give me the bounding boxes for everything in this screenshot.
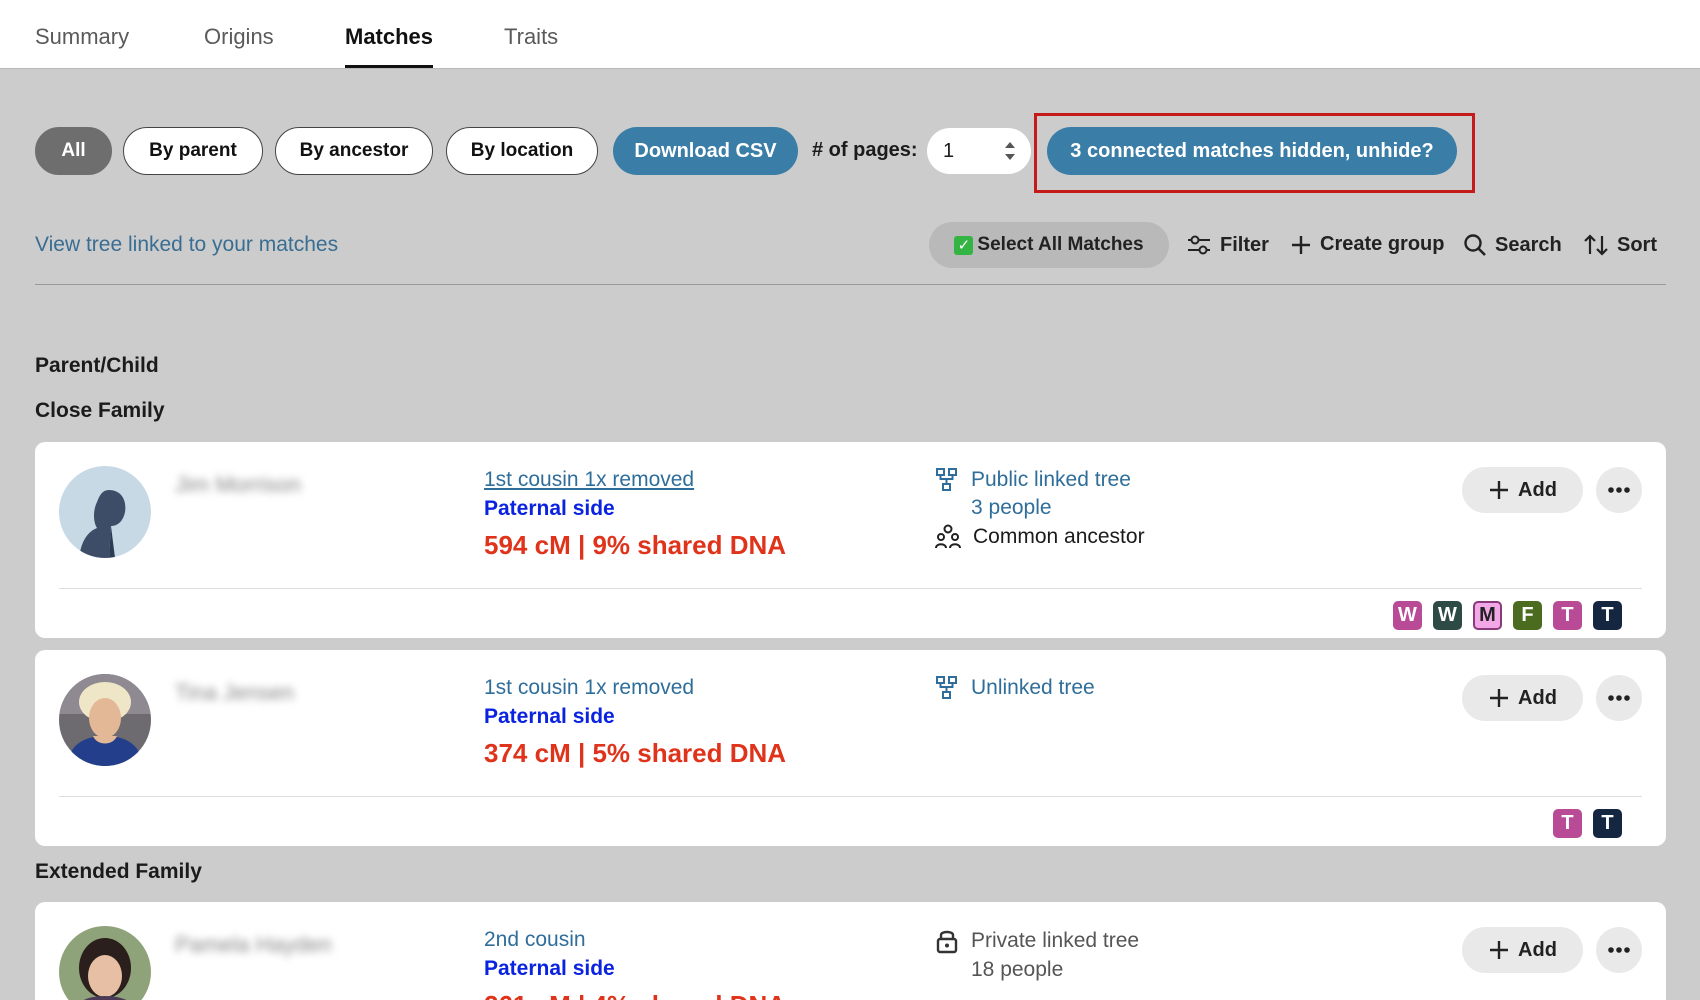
tree-info[interactable]: Unlinked tree: [935, 676, 1095, 700]
tree-label: Public linked tree: [971, 468, 1131, 491]
section-close-family: Close Family: [35, 399, 165, 422]
shared-dna: 374 cM | 5% shared DNA: [484, 738, 787, 768]
person-silhouette-icon: [59, 466, 151, 558]
add-label: Add: [1518, 478, 1557, 501]
tree-people-count[interactable]: 3 people: [971, 496, 1052, 520]
tree-info[interactable]: Public linked tree: [935, 468, 1131, 492]
sort-label: Sort: [1617, 233, 1657, 256]
group-tag[interactable]: T: [1553, 601, 1582, 630]
download-csv-button[interactable]: Download CSV: [613, 127, 798, 175]
filter-by-ancestor-button[interactable]: By ancestor: [275, 127, 433, 175]
match-card[interactable]: Jim Morrison 1st cousin 1x removed Pater…: [35, 442, 1666, 638]
pages-value: 1: [943, 139, 955, 162]
more-options-button[interactable]: [1596, 675, 1642, 721]
ellipsis-icon: [1608, 695, 1630, 701]
section-parent-child: Parent/Child: [35, 354, 159, 377]
checkbox-checked-icon: ✓: [954, 235, 974, 255]
select-all-label: Select All Matches: [977, 234, 1144, 255]
group-tags: TT: [1553, 809, 1622, 838]
group-tag[interactable]: T: [1593, 809, 1622, 838]
sort-arrows-icon: [1584, 234, 1608, 256]
tab-matches[interactable]: Matches: [345, 24, 434, 68]
group-tag[interactable]: W: [1433, 601, 1462, 630]
filter-label: Filter: [1220, 233, 1269, 256]
sliders-icon: [1188, 235, 1210, 255]
relationship-link[interactable]: 1st cousin 1x removed: [484, 468, 694, 492]
more-options-button[interactable]: [1596, 927, 1642, 973]
filter-by-location-button[interactable]: By location: [446, 127, 598, 175]
tab-traits[interactable]: Traits: [504, 24, 558, 50]
tree-label: Private linked tree: [971, 929, 1140, 952]
search-label: Search: [1495, 233, 1562, 256]
ellipsis-icon: [1608, 487, 1630, 493]
card-divider: [59, 796, 1642, 797]
tab-summary[interactable]: Summary: [35, 24, 129, 50]
group-tag[interactable]: M: [1473, 601, 1502, 630]
more-options-button[interactable]: [1596, 467, 1642, 513]
people-icon: [935, 524, 961, 549]
relationship-link[interactable]: 2nd cousin: [484, 928, 586, 952]
add-label: Add: [1518, 686, 1557, 709]
add-button[interactable]: Add: [1462, 467, 1583, 513]
plus-icon: [1292, 235, 1310, 254]
add-button[interactable]: Add: [1462, 675, 1583, 721]
pages-label: # of pages:: [812, 139, 918, 161]
top-nav: Summary Origins Matches Traits: [0, 0, 1700, 69]
filter-by-parent-button[interactable]: By parent: [123, 127, 263, 175]
tree-people-count: 18 people: [971, 958, 1064, 981]
toolbar-divider: [35, 284, 1666, 285]
plus-icon: [1490, 941, 1509, 959]
plus-icon: [1490, 689, 1509, 707]
group-tag[interactable]: T: [1553, 809, 1582, 838]
search-icon: [1464, 234, 1486, 256]
tree-info: Private linked tree: [935, 928, 1139, 954]
profile-photo-icon: [59, 926, 151, 1000]
avatar[interactable]: [59, 674, 151, 766]
card-divider: [59, 588, 1642, 589]
match-name[interactable]: Pamela Hayden: [175, 932, 332, 958]
match-name[interactable]: Tina Jensen: [175, 680, 294, 706]
stepper-arrows-icon[interactable]: [1003, 139, 1017, 163]
avatar[interactable]: [59, 926, 151, 1000]
filter-button[interactable]: Filter: [1186, 233, 1269, 257]
family-tree-icon: [936, 676, 957, 699]
family-tree-icon: [936, 468, 957, 491]
lock-icon: [936, 930, 958, 954]
match-card[interactable]: Tina Jensen 1st cousin 1x removed Patern…: [35, 650, 1666, 846]
match-card[interactable]: Pamela Hayden 2nd cousin Paternal side 2…: [35, 902, 1666, 1000]
group-tag[interactable]: T: [1593, 601, 1622, 630]
add-label: Add: [1518, 938, 1557, 961]
plus-icon: [1490, 481, 1509, 499]
group-tags: WWMFTT: [1393, 601, 1622, 630]
create-group-label: Create group: [1320, 233, 1445, 255]
pages-stepper[interactable]: 1: [927, 128, 1031, 174]
create-group-button[interactable]: Create group: [1290, 233, 1444, 256]
select-all-button[interactable]: ✓ Select All Matches: [929, 222, 1169, 268]
shared-dna: 594 cM | 9% shared DNA: [484, 530, 787, 560]
sort-button[interactable]: Sort: [1583, 233, 1657, 257]
side-label: Paternal side: [484, 957, 615, 980]
ellipsis-icon: [1608, 947, 1630, 953]
tree-label: Unlinked tree: [971, 676, 1095, 699]
profile-photo-icon: [59, 674, 151, 766]
side-label: Paternal side: [484, 497, 615, 520]
filter-all-button[interactable]: All: [35, 127, 112, 175]
tab-origins[interactable]: Origins: [204, 24, 274, 50]
group-tag[interactable]: F: [1513, 601, 1542, 630]
common-ancestor-label: Common ancestor: [973, 525, 1145, 548]
add-button[interactable]: Add: [1462, 927, 1583, 973]
section-extended-family: Extended Family: [35, 860, 202, 883]
match-name[interactable]: Jim Morrison: [175, 472, 301, 498]
shared-dna: 261 cM | 4% shared DNA: [484, 990, 786, 1000]
unhide-matches-button[interactable]: 3 connected matches hidden, unhide?: [1047, 127, 1457, 175]
avatar[interactable]: [59, 466, 151, 558]
group-tag[interactable]: W: [1393, 601, 1422, 630]
side-label: Paternal side: [484, 705, 615, 728]
view-tree-link[interactable]: View tree linked to your matches: [35, 233, 338, 257]
relationship-link[interactable]: 1st cousin 1x removed: [484, 676, 694, 700]
common-ancestor-info: Common ancestor: [935, 524, 1145, 550]
search-button[interactable]: Search: [1463, 233, 1562, 257]
